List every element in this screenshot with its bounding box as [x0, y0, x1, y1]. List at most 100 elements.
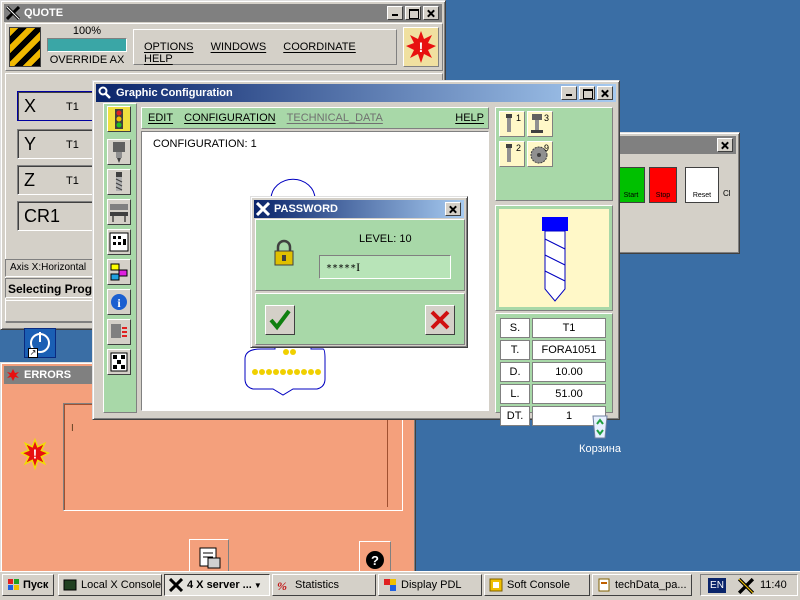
table-key: DT. — [500, 406, 530, 426]
table-key: L. — [500, 384, 530, 404]
tool-slot-number: 9 — [544, 143, 550, 153]
password-titlebar[interactable]: PASSWORD — [254, 200, 464, 218]
password-title: PASSWORD — [274, 203, 338, 215]
task-label: Soft Console — [507, 579, 570, 591]
menu-help[interactable]: HELP — [455, 112, 484, 124]
axis-row-cr1[interactable]: CR1 — [17, 201, 93, 231]
info-icon: i — [111, 294, 127, 310]
password-level: LEVEL: 10 — [359, 233, 412, 245]
errors-icon — [7, 369, 19, 381]
quote-titlebar[interactable]: QUOTE — [4, 4, 442, 22]
reset-button[interactable]: Reset — [685, 167, 719, 203]
task-display-pdl[interactable]: Display PDL — [378, 574, 482, 596]
x-server-tray-icon[interactable] — [738, 578, 754, 594]
axis-name: Y — [24, 134, 37, 154]
start-button[interactable]: Пуск — [2, 574, 54, 596]
override-bar-fill — [48, 39, 126, 51]
menu-configuration[interactable]: CONFIGURATION — [184, 112, 275, 124]
status-empty — [5, 300, 97, 322]
password-input[interactable]: *****I — [319, 255, 451, 279]
tool-slot-number: 3 — [544, 113, 550, 123]
maximize-button[interactable] — [579, 86, 595, 100]
clock: 11:40 — [760, 579, 787, 591]
statistics-icon: % — [277, 579, 287, 592]
tool-info[interactable]: i — [107, 289, 131, 315]
tool-io[interactable] — [107, 319, 131, 345]
base-outline — [244, 340, 326, 396]
axis-row-x[interactable]: X T1 — [17, 91, 93, 121]
tool-slot-9[interactable]: 9 — [527, 141, 553, 167]
clear-label: Cl — [723, 189, 731, 198]
graphic-menubar: EDIT CONFIGURATION TECHNICAL_DATA HELP — [141, 107, 489, 129]
task-local-x-console[interactable]: Local X Console — [58, 574, 162, 596]
menu-options[interactable]: OPTIONS — [144, 41, 194, 53]
tool-data-panel: S. T1 T. FORA1051 D. 10.00 L. 51.00 DT. 1 — [495, 313, 613, 426]
cancel-button[interactable] — [425, 305, 455, 335]
menu-technical-data[interactable]: TECHNICAL_DATA — [287, 112, 383, 124]
clear-button[interactable]: Cl — [723, 167, 737, 203]
tool-slot-number: 1 — [516, 113, 522, 123]
tool-traffic-light[interactable] — [107, 106, 131, 132]
start-button[interactable]: Start — [617, 167, 645, 203]
padlock-icon — [274, 239, 294, 266]
close-button[interactable] — [717, 138, 733, 152]
control-window: Start Stop Reset Cl — [612, 132, 740, 254]
task-statistics[interactable]: % Statistics — [272, 574, 376, 596]
axis-row-y[interactable]: Y T1 — [17, 129, 93, 159]
graphic-titlebar[interactable]: Graphic Configuration — [96, 84, 616, 102]
stop-label: Stop — [655, 192, 671, 199]
control-titlebar[interactable] — [616, 136, 736, 154]
maximize-button[interactable] — [405, 6, 421, 20]
errors-scrollbar[interactable] — [387, 415, 401, 507]
start-label: Start — [623, 192, 639, 199]
tool-matrix[interactable] — [107, 349, 131, 375]
console-icon — [63, 579, 77, 591]
close-button[interactable] — [597, 86, 613, 100]
svg-text:!: ! — [419, 39, 424, 55]
task-techdata[interactable]: techData_pa... — [592, 574, 692, 596]
tool-panel[interactable] — [107, 229, 131, 255]
task-label: Display PDL — [401, 579, 462, 591]
x-logo-icon — [256, 202, 270, 216]
table-key: D. — [500, 362, 530, 382]
panel-grid-icon — [109, 232, 129, 252]
axis-tool: T1 — [66, 101, 79, 113]
tool-spindle[interactable] — [107, 139, 131, 165]
tool-slot-1[interactable]: 1 — [499, 111, 525, 137]
tool-slot-2[interactable]: 2 — [499, 141, 525, 167]
text-cursor-icon: I — [356, 260, 361, 274]
menu-edit[interactable]: EDIT — [148, 112, 173, 124]
table-key: T. — [500, 340, 530, 360]
recycle-bin[interactable]: Корзина — [572, 410, 628, 460]
cancel-x-icon — [430, 310, 450, 330]
hazard-icon[interactable] — [9, 27, 41, 67]
configuration-label: CONFIGURATION: 1 — [153, 138, 257, 150]
password-dialog: PASSWORD LEVEL: 10 *****I — [250, 196, 468, 348]
minimize-button[interactable] — [561, 86, 577, 100]
help-button[interactable]: ? — [359, 541, 391, 575]
stop-button[interactable]: Stop — [649, 167, 677, 203]
tool-worktable[interactable] — [107, 199, 131, 225]
alarm-button[interactable]: ! — [403, 27, 439, 67]
tool-colors[interactable] — [107, 259, 131, 285]
close-button[interactable] — [445, 202, 461, 216]
print-button[interactable] — [189, 539, 229, 575]
task-soft-console[interactable]: Soft Console — [484, 574, 590, 596]
menu-coordinate[interactable]: COORDINATE — [283, 41, 356, 53]
task-x-server[interactable]: 4 X server ... ▼ — [164, 574, 270, 596]
ok-button[interactable] — [265, 305, 295, 335]
table-value: FORA1051 — [532, 340, 606, 360]
menu-help[interactable]: HELP — [144, 53, 173, 65]
axis-row-z[interactable]: Z T1 — [17, 165, 93, 195]
tool-slot-3[interactable]: 3 — [527, 111, 553, 137]
traffic-light-icon — [115, 109, 123, 129]
menu-windows[interactable]: WINDOWS — [211, 41, 267, 53]
close-button[interactable] — [423, 6, 439, 20]
graphic-title: Graphic Configuration — [116, 87, 233, 99]
password-value: ***** — [326, 263, 357, 274]
tool-drill[interactable] — [107, 169, 131, 195]
recycle-bin-label: Корзина — [579, 443, 621, 455]
language-indicator[interactable]: EN — [708, 578, 726, 593]
minimize-button[interactable] — [387, 6, 403, 20]
start-label: Пуск — [23, 579, 49, 591]
